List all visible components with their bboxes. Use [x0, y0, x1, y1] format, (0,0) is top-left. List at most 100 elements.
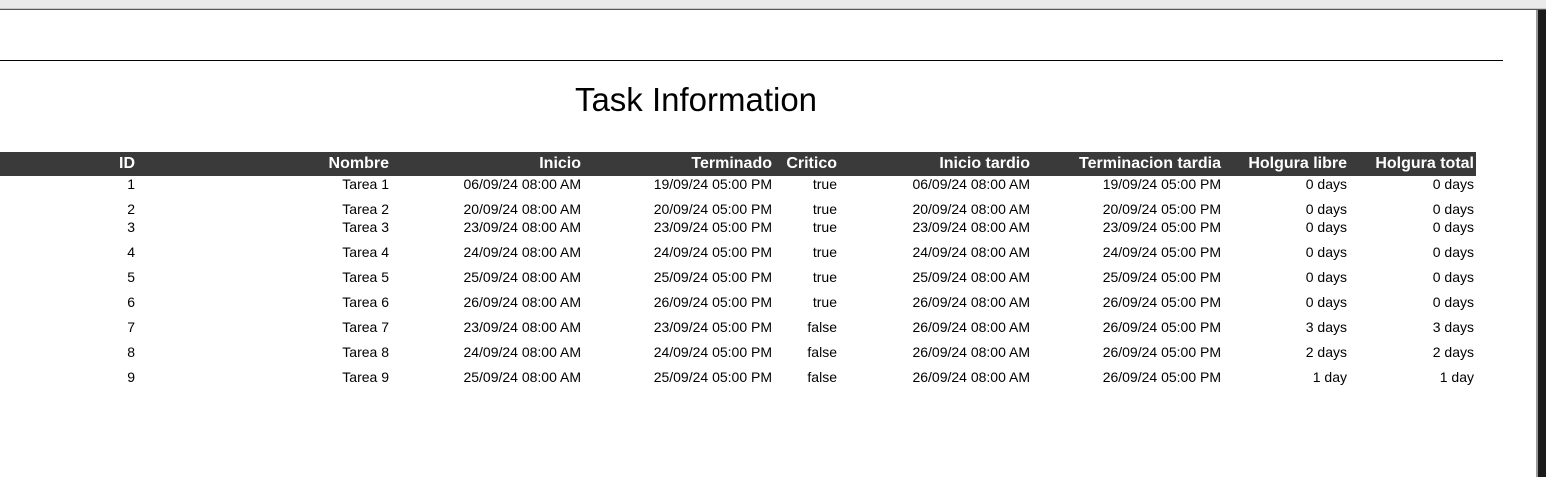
- cell-terminacion-tardia: 26/09/24 05:00 PM: [1102, 344, 1221, 360]
- cell-inicio-tardio: 26/09/24 08:00 AM: [912, 369, 1030, 385]
- table-row: 8 Tarea 8 24/09/24 08:00 AM 24/09/24 05:…: [0, 344, 1476, 369]
- cell-id: 9: [127, 369, 135, 385]
- cell-inicio-tardio: 26/09/24 08:00 AM: [912, 294, 1030, 310]
- viewer-right-frame: [1538, 10, 1546, 477]
- cell-holgura-libre: 0 days: [1305, 269, 1347, 285]
- cell-nombre: Tarea 2: [342, 201, 389, 217]
- cell-holgura-libre: 0 days: [1305, 176, 1347, 192]
- cell-inicio-tardio: 23/09/24 08:00 AM: [912, 219, 1030, 235]
- table-row: 3 Tarea 3 23/09/24 08:00 AM 23/09/24 05:…: [0, 219, 1476, 244]
- cell-terminacion-tardia: 25/09/24 05:00 PM: [1102, 269, 1221, 285]
- table-row: 1 Tarea 1 06/09/24 08:00 AM 19/09/24 05:…: [0, 176, 1476, 201]
- cell-holgura-libre: 0 days: [1305, 294, 1347, 310]
- cell-id: 4: [127, 244, 135, 260]
- cell-holgura-total: 0 days: [1432, 244, 1474, 260]
- table-header-row: ID Nombre Inicio Terminado Critico Inici…: [0, 152, 1476, 176]
- cell-holgura-libre: 0 days: [1305, 219, 1347, 235]
- cell-terminado: 24/09/24 05:00 PM: [653, 244, 772, 260]
- cell-inicio: 25/09/24 08:00 AM: [463, 269, 581, 285]
- cell-terminacion-tardia: 24/09/24 05:00 PM: [1102, 244, 1221, 260]
- cell-id: 6: [127, 294, 135, 310]
- cell-id: 3: [127, 219, 135, 235]
- table-row: 5 Tarea 5 25/09/24 08:00 AM 25/09/24 05:…: [0, 269, 1476, 294]
- cell-nombre: Tarea 1: [342, 176, 389, 192]
- cell-nombre: Tarea 5: [342, 269, 389, 285]
- cell-critico: true: [812, 294, 837, 310]
- cell-nombre: Tarea 6: [342, 294, 389, 310]
- cell-inicio-tardio: 26/09/24 08:00 AM: [912, 319, 1030, 335]
- cell-inicio: 24/09/24 08:00 AM: [463, 244, 581, 260]
- column-header-holgura-libre: Holgura libre: [1223, 152, 1349, 176]
- cell-holgura-total: 0 days: [1432, 219, 1474, 235]
- column-header-id: ID: [0, 152, 137, 176]
- cell-inicio: 24/09/24 08:00 AM: [463, 344, 581, 360]
- cell-nombre: Tarea 8: [342, 344, 389, 360]
- cell-terminado: 20/09/24 05:00 PM: [653, 201, 772, 217]
- cell-critico: true: [812, 176, 837, 192]
- cell-terminacion-tardia: 23/09/24 05:00 PM: [1102, 219, 1221, 235]
- cell-terminado: 25/09/24 05:00 PM: [653, 369, 772, 385]
- column-header-nombre: Nombre: [137, 152, 391, 176]
- cell-inicio: 23/09/24 08:00 AM: [463, 319, 581, 335]
- cell-inicio: 23/09/24 08:00 AM: [463, 219, 581, 235]
- cell-inicio: 26/09/24 08:00 AM: [463, 294, 581, 310]
- viewer-top-strip: [0, 0, 1546, 9]
- cell-critico: true: [812, 269, 837, 285]
- cell-holgura-libre: 2 days: [1305, 344, 1347, 360]
- cell-inicio: 06/09/24 08:00 AM: [463, 176, 581, 192]
- table-row: 9 Tarea 9 25/09/24 08:00 AM 25/09/24 05:…: [0, 369, 1476, 394]
- report-title: Task Information: [574, 81, 818, 118]
- table-row: 6 Tarea 6 26/09/24 08:00 AM 26/09/24 05:…: [0, 294, 1476, 319]
- cell-terminacion-tardia: 20/09/24 05:00 PM: [1102, 201, 1221, 217]
- cell-holgura-libre: 1 day: [1312, 369, 1347, 385]
- cell-id: 1: [127, 176, 135, 192]
- cell-id: 8: [127, 344, 135, 360]
- table-row: 7 Tarea 7 23/09/24 08:00 AM 23/09/24 05:…: [0, 319, 1476, 344]
- cell-holgura-total: 3 days: [1432, 319, 1474, 335]
- cell-inicio-tardio: 20/09/24 08:00 AM: [912, 201, 1030, 217]
- cell-id: 5: [127, 269, 135, 285]
- cell-terminado: 26/09/24 05:00 PM: [653, 294, 772, 310]
- column-header-inicio-tardio: Inicio tardio: [839, 152, 1032, 176]
- cell-critico: false: [807, 319, 837, 335]
- task-table: ID Nombre Inicio Terminado Critico Inici…: [0, 152, 1476, 394]
- cell-terminacion-tardia: 26/09/24 05:00 PM: [1102, 319, 1221, 335]
- header-rule: [0, 60, 1503, 61]
- cell-terminado: 23/09/24 05:00 PM: [653, 219, 772, 235]
- cell-inicio-tardio: 24/09/24 08:00 AM: [912, 244, 1030, 260]
- cell-terminacion-tardia: 19/09/24 05:00 PM: [1102, 176, 1221, 192]
- cell-holgura-libre: 3 days: [1305, 319, 1347, 335]
- table-row: 4 Tarea 4 24/09/24 08:00 AM 24/09/24 05:…: [0, 244, 1476, 269]
- cell-inicio: 25/09/24 08:00 AM: [463, 369, 581, 385]
- cell-critico: true: [812, 201, 837, 217]
- cell-holgura-total: 2 days: [1432, 344, 1474, 360]
- cell-inicio: 20/09/24 08:00 AM: [463, 201, 581, 217]
- cell-inicio-tardio: 25/09/24 08:00 AM: [912, 269, 1030, 285]
- cell-terminado: 19/09/24 05:00 PM: [653, 176, 772, 192]
- cell-nombre: Tarea 3: [342, 219, 389, 235]
- cell-nombre: Tarea 9: [342, 369, 389, 385]
- cell-terminado: 25/09/24 05:00 PM: [653, 269, 772, 285]
- cell-terminado: 23/09/24 05:00 PM: [653, 319, 772, 335]
- cell-id: 2: [127, 201, 135, 217]
- report-viewer: Task Information ID Nombre Inicio Termin…: [0, 0, 1546, 477]
- cell-critico: false: [807, 369, 837, 385]
- cell-terminacion-tardia: 26/09/24 05:00 PM: [1102, 369, 1221, 385]
- cell-id: 7: [127, 319, 135, 335]
- cell-terminado: 24/09/24 05:00 PM: [653, 344, 772, 360]
- cell-holgura-total: 0 days: [1432, 176, 1474, 192]
- column-header-inicio: Inicio: [391, 152, 583, 176]
- cell-nombre: Tarea 7: [342, 319, 389, 335]
- cell-holgura-total: 1 day: [1439, 369, 1474, 385]
- report-page: Task Information ID Nombre Inicio Termin…: [0, 10, 1536, 477]
- column-header-terminado: Terminado: [583, 152, 774, 176]
- cell-critico: false: [807, 344, 837, 360]
- cell-holgura-libre: 0 days: [1305, 244, 1347, 260]
- cell-holgura-total: 0 days: [1432, 294, 1474, 310]
- cell-critico: true: [812, 219, 837, 235]
- cell-inicio-tardio: 26/09/24 08:00 AM: [912, 344, 1030, 360]
- cell-critico: true: [812, 244, 837, 260]
- cell-terminacion-tardia: 26/09/24 05:00 PM: [1102, 294, 1221, 310]
- cell-holgura-libre: 0 days: [1305, 201, 1347, 217]
- cell-holgura-total: 0 days: [1432, 269, 1474, 285]
